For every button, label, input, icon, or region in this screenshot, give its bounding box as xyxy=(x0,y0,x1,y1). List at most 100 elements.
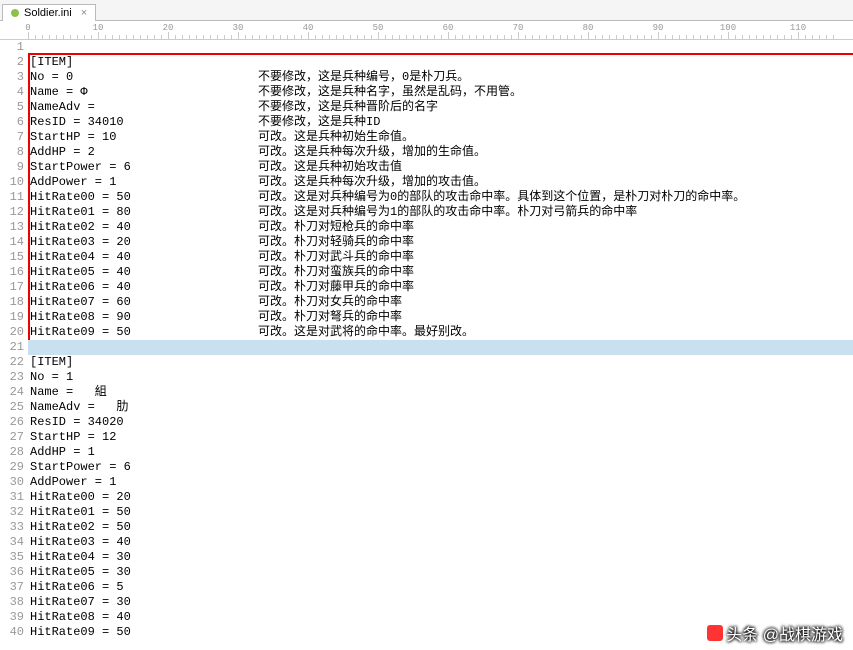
line-number: 34 xyxy=(0,535,24,550)
code-line[interactable]: No = 0不要修改，这是兵种编号，0是朴刀兵。 xyxy=(28,70,853,85)
config-key: HitRate05 = 40 xyxy=(30,265,131,280)
watermark-text: 头条 @战棋游戏 xyxy=(726,621,843,645)
line-number: 12 xyxy=(0,205,24,220)
code-line[interactable]: StartPower = 6可改。这是兵种初始攻击值 xyxy=(28,160,853,175)
code-line[interactable]: ResID = 34020 xyxy=(28,415,853,430)
code-line[interactable]: HitRate00 = 20 xyxy=(28,490,853,505)
code-line[interactable]: AddHP = 1 xyxy=(28,445,853,460)
code-line[interactable] xyxy=(28,40,853,55)
line-number: 20 xyxy=(0,325,24,340)
code-line[interactable]: AddPower = 1 xyxy=(28,475,853,490)
line-number: 28 xyxy=(0,445,24,460)
code-line[interactable]: HitRate02 = 50 xyxy=(28,520,853,535)
config-key: HitRate01 = 80 xyxy=(30,205,131,220)
code-line[interactable]: NameAdv = 肋 xyxy=(28,400,853,415)
config-key: HitRate03 = 20 xyxy=(30,235,131,250)
line-number-gutter: 1234567891011121314151617181920212223242… xyxy=(0,40,28,650)
code-line[interactable]: No = 1 xyxy=(28,370,853,385)
line-number: 38 xyxy=(0,595,24,610)
config-key: HitRate09 = 50 xyxy=(30,325,131,340)
editor[interactable]: 1234567891011121314151617181920212223242… xyxy=(0,40,853,650)
config-key: HitRate06 = 5 xyxy=(30,580,124,595)
config-comment: 不要修改，这是兵种ID xyxy=(258,115,380,130)
code-line[interactable]: AddPower = 1可改。这是兵种每次升级，增加的攻击值。 xyxy=(28,175,853,190)
code-line[interactable]: HitRate04 = 40 可改。朴刀对武斗兵的命中率 xyxy=(28,250,853,265)
config-key: HitRate08 = 90 xyxy=(30,310,131,325)
code-line[interactable]: [ITEM] xyxy=(28,355,853,370)
config-key: No = 1 xyxy=(30,370,73,385)
config-comment: 不要修改，这是兵种晋阶后的名字 xyxy=(258,100,438,115)
line-number: 8 xyxy=(0,145,24,160)
code-line[interactable]: HitRate01 = 50 xyxy=(28,505,853,520)
line-number: 30 xyxy=(0,475,24,490)
line-number: 32 xyxy=(0,505,24,520)
config-key: HitRate04 = 40 xyxy=(30,250,131,265)
code-line[interactable]: HitRate07 = 60 可改。朴刀对女兵的命中率 xyxy=(28,295,853,310)
config-comment: 可改。这是兵种初始攻击值 xyxy=(258,160,402,175)
config-key: AddPower = 1 xyxy=(30,175,116,190)
line-number: 14 xyxy=(0,235,24,250)
code-line[interactable]: HitRate09 = 50 可改。这是对武将的命中率。最好别改。 xyxy=(28,325,853,340)
line-number: 5 xyxy=(0,100,24,115)
code-line[interactable]: ResID = 34010不要修改，这是兵种ID xyxy=(28,115,853,130)
config-key: HitRate00 = 50 xyxy=(30,190,131,205)
line-number: 19 xyxy=(0,310,24,325)
code-area[interactable]: [ITEM]No = 0不要修改，这是兵种编号，0是朴刀兵。Name = Φ不要… xyxy=(28,40,853,650)
config-key: HitRate00 = 20 xyxy=(30,490,131,505)
watermark: 头条 @战棋游戏 xyxy=(707,621,843,645)
config-key: HitRate06 = 40 xyxy=(30,280,131,295)
code-line[interactable]: HitRate04 = 30 xyxy=(28,550,853,565)
code-line[interactable]: StartHP = 12 xyxy=(28,430,853,445)
config-key: HitRate05 = 30 xyxy=(30,565,131,580)
code-line[interactable]: HitRate07 = 30 xyxy=(28,595,853,610)
code-line[interactable]: [ITEM] xyxy=(28,55,853,70)
code-line[interactable]: Name = Φ不要修改，这是兵种名字，虽然是乱码，不用管。 xyxy=(28,85,853,100)
config-key: HitRate03 = 40 xyxy=(30,535,131,550)
config-comment: 可改。朴刀对弩兵的命中率 xyxy=(258,310,402,325)
code-line[interactable]: HitRate06 = 5 xyxy=(28,580,853,595)
config-comment: 不要修改，这是兵种名字，虽然是乱码，不用管。 xyxy=(258,85,522,100)
code-line[interactable]: HitRate00 = 50可改。这是对兵种编号为0的部队的攻击命中率。具体到这… xyxy=(28,190,853,205)
config-comment: 可改。这是对武将的命中率。最好别改。 xyxy=(258,325,474,340)
code-line[interactable]: HitRate02 = 40可改。朴刀对短枪兵的命中率 xyxy=(28,220,853,235)
config-key: HitRate09 = 50 xyxy=(30,625,131,640)
code-line[interactable] xyxy=(28,340,853,355)
code-line[interactable]: HitRate03 = 20可改。朴刀对轻骑兵的命中率 xyxy=(28,235,853,250)
code-line[interactable]: HitRate05 = 30 xyxy=(28,565,853,580)
tab-soldier-ini[interactable]: Soldier.ini × xyxy=(2,4,96,21)
line-number: 15 xyxy=(0,250,24,265)
config-key: NameAdv = 肋 xyxy=(30,400,128,415)
config-comment: 可改。这是兵种初始生命值。 xyxy=(258,130,414,145)
file-modified-icon xyxy=(11,9,19,17)
line-number: 31 xyxy=(0,490,24,505)
config-comment: 可改。朴刀对女兵的命中率 xyxy=(258,295,402,310)
line-number: 37 xyxy=(0,580,24,595)
code-line[interactable]: StartPower = 6 xyxy=(28,460,853,475)
config-comment: 可改。朴刀对武斗兵的命中率 xyxy=(258,250,414,265)
config-comment: 可改。朴刀对蛮族兵的命中率 xyxy=(258,265,414,280)
code-line[interactable]: NameAdv =不要修改，这是兵种晋阶后的名字 xyxy=(28,100,853,115)
line-number: 11 xyxy=(0,190,24,205)
line-number: 40 xyxy=(0,625,24,640)
config-comment: 可改。这是兵种每次升级，增加的生命值。 xyxy=(258,145,486,160)
code-line[interactable]: HitRate06 = 40可改。朴刀对藤甲兵的命中率 xyxy=(28,280,853,295)
config-key: HitRate02 = 40 xyxy=(30,220,131,235)
code-line[interactable]: HitRate01 = 80可改。这是对兵种编号为1的部队的攻击命中率。朴刀对弓… xyxy=(28,205,853,220)
line-number: 33 xyxy=(0,520,24,535)
line-number: 9 xyxy=(0,160,24,175)
code-line[interactable]: StartHP = 10可改。这是兵种初始生命值。 xyxy=(28,130,853,145)
tab-title: Soldier.ini xyxy=(24,7,72,19)
config-key: HitRate07 = 60 xyxy=(30,295,131,310)
code-line[interactable]: HitRate08 = 90 可改。朴刀对弩兵的命中率 xyxy=(28,310,853,325)
code-line[interactable]: HitRate05 = 40 可改。朴刀对蛮族兵的命中率 xyxy=(28,265,853,280)
code-line[interactable]: HitRate03 = 40 xyxy=(28,535,853,550)
close-icon[interactable]: × xyxy=(81,7,87,19)
toutiao-icon xyxy=(707,625,723,641)
line-number: 18 xyxy=(0,295,24,310)
line-number: 7 xyxy=(0,130,24,145)
line-number: 17 xyxy=(0,280,24,295)
line-number: 39 xyxy=(0,610,24,625)
code-line[interactable]: Name = 組 xyxy=(28,385,853,400)
code-line[interactable]: AddHP = 2可改。这是兵种每次升级，增加的生命值。 xyxy=(28,145,853,160)
line-number: 2 xyxy=(0,55,24,70)
